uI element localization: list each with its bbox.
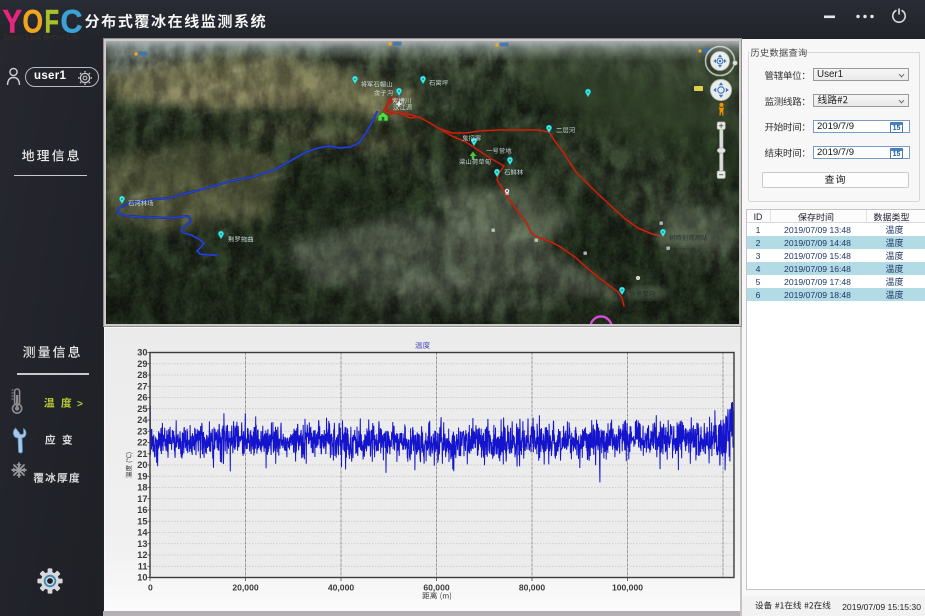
svg-text:20,000: 20,000 [232, 583, 259, 593]
svg-text:10: 10 [137, 573, 147, 583]
svg-text:20: 20 [137, 460, 147, 470]
svg-text:22: 22 [137, 438, 147, 448]
svg-text:21: 21 [137, 449, 147, 459]
svg-text:11: 11 [138, 561, 148, 571]
svg-text:12: 12 [137, 550, 147, 560]
svg-text:14: 14 [137, 528, 148, 538]
svg-text:0: 0 [148, 583, 153, 593]
svg-text:60,000: 60,000 [423, 583, 450, 593]
svg-text:18: 18 [137, 483, 147, 493]
svg-text:27: 27 [137, 381, 147, 391]
svg-text:25: 25 [137, 404, 147, 414]
svg-text:15: 15 [137, 516, 147, 526]
svg-text:29: 29 [137, 359, 147, 369]
svg-text:17: 17 [137, 494, 147, 504]
svg-text:13: 13 [137, 539, 147, 549]
svg-text:23: 23 [137, 426, 147, 436]
svg-text:28: 28 [137, 370, 147, 380]
svg-text:16: 16 [137, 505, 147, 515]
svg-text:Smart Link Better Life.: Smart Link Better Life. [3, 34, 82, 40]
svg-text:24: 24 [137, 415, 148, 425]
svg-text:19: 19 [137, 471, 147, 481]
svg-text:30: 30 [137, 348, 147, 358]
svg-text:100,000: 100,000 [612, 583, 643, 593]
svg-text:80,000: 80,000 [519, 583, 546, 593]
svg-text:40,000: 40,000 [328, 583, 355, 593]
svg-text:26: 26 [137, 393, 147, 403]
